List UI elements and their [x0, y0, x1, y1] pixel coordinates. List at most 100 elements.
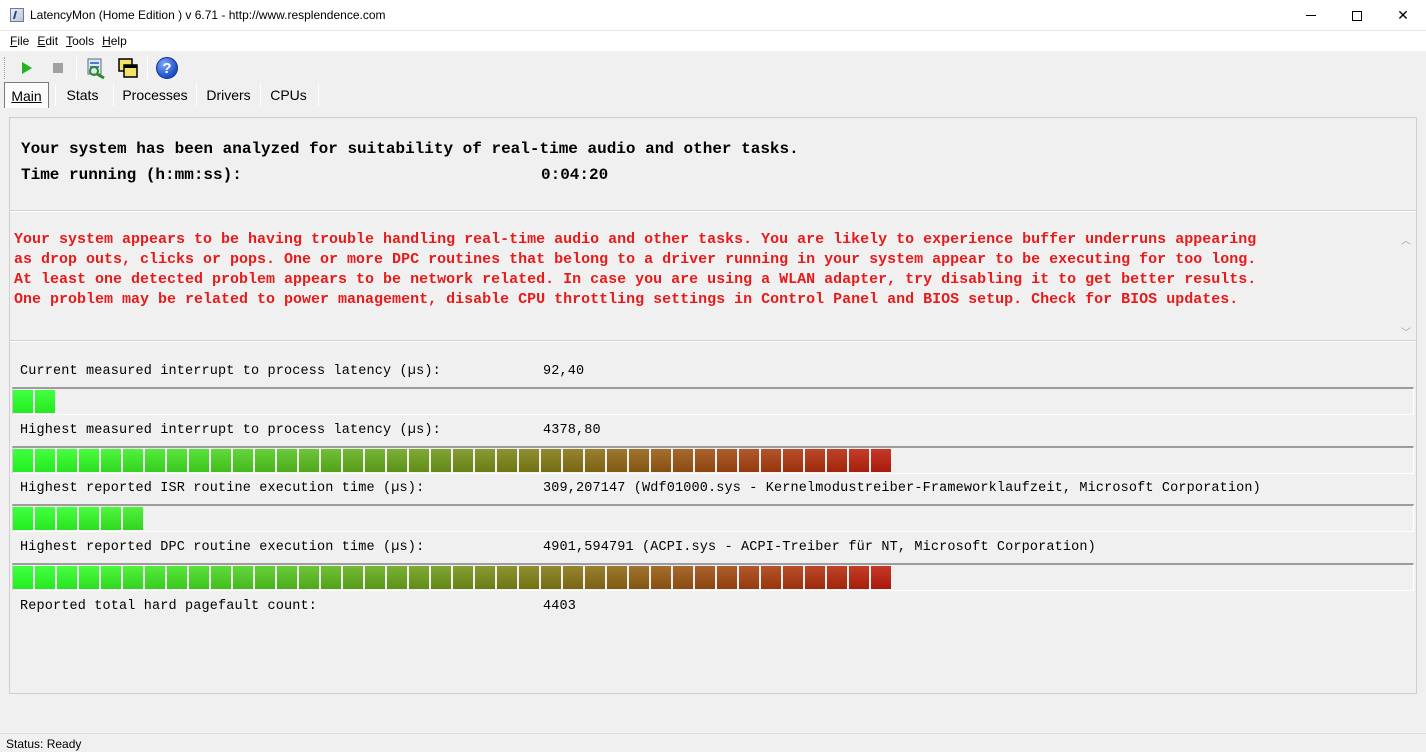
meter-segment [167, 449, 187, 472]
title-bar: LatencyMon (Home Edition ) v 6.71 - http… [0, 0, 1426, 31]
meter-segment [343, 566, 363, 589]
menu-file[interactable]: File [6, 34, 33, 48]
meter-segment [453, 449, 473, 472]
meter-segment [13, 390, 33, 413]
tab-processes[interactable]: Processes [118, 82, 192, 108]
time-running-label: Time running (h:mm:ss): [21, 166, 242, 184]
meter-segment [343, 449, 363, 472]
meter-segment [607, 566, 627, 589]
meter-segment [211, 566, 231, 589]
analysis-summary: Your system has been analyzed for suitab… [21, 140, 799, 158]
meter-segment [563, 449, 583, 472]
meter-segment [409, 566, 429, 589]
tab-separator [196, 84, 197, 106]
tab-stats[interactable]: Stats [60, 82, 105, 108]
meter-segment [783, 449, 803, 472]
menu-help[interactable]: Help [98, 34, 131, 48]
meter-segment [233, 566, 253, 589]
meter-segment [695, 449, 715, 472]
isr-time-meter [12, 504, 1414, 532]
analyze-button[interactable] [83, 55, 109, 81]
window-title: LatencyMon (Home Edition ) v 6.71 - http… [30, 8, 386, 22]
meter-segment [629, 449, 649, 472]
meter-segment [871, 566, 891, 589]
status-bar: Status: Ready [0, 733, 1426, 752]
summary-section: Your system has been analyzed for suitab… [10, 118, 1416, 210]
scroll-down-icon[interactable]: ﹀ [1399, 324, 1413, 339]
meter-segment [255, 566, 275, 589]
close-button[interactable]: ✕ [1380, 0, 1426, 31]
tab-cpus[interactable]: CPUs [265, 82, 312, 108]
meter-segment [629, 566, 649, 589]
meter-segment [695, 566, 715, 589]
current-latency-label: Current measured interrupt to process la… [20, 364, 441, 379]
meter-segment [35, 507, 55, 530]
meter-segment [431, 566, 451, 589]
meter-segment [805, 449, 825, 472]
start-button[interactable] [14, 55, 40, 81]
minimize-icon [1306, 15, 1316, 16]
dpc-time-meter-fill [13, 566, 893, 589]
meter-segment [673, 566, 693, 589]
meter-segment [717, 449, 737, 472]
minimize-button[interactable] [1288, 0, 1334, 31]
meter-segment [101, 449, 121, 472]
meter-segment [79, 507, 99, 530]
analyze-icon [87, 58, 105, 80]
meter-segment [827, 449, 847, 472]
meter-segment [475, 566, 495, 589]
meter-segment [387, 449, 407, 472]
main-panel: Your system has been analyzed for suitab… [9, 117, 1417, 694]
meter-segment [563, 566, 583, 589]
play-icon [22, 62, 32, 74]
meter-segment [849, 566, 869, 589]
meter-segment [57, 566, 77, 589]
meter-segment [651, 566, 671, 589]
isr-driver-detail: (Wdf01000.sys - Kernelmodustreiber-Frame… [633, 481, 1261, 496]
meter-segment [651, 449, 671, 472]
status-text: Status: Ready [6, 737, 82, 751]
meter-segment [761, 566, 781, 589]
highest-latency-meter [12, 446, 1414, 474]
tab-main[interactable]: Main [4, 82, 49, 108]
meter-segment [35, 390, 55, 413]
stop-button[interactable] [45, 55, 71, 81]
meter-segment [453, 566, 473, 589]
menu-tools[interactable]: Tools [62, 34, 98, 48]
stop-icon [53, 63, 63, 73]
scroll-up-icon[interactable]: ︿ [1399, 232, 1413, 247]
latencymon-app-icon [10, 8, 24, 22]
meter-segment [541, 449, 561, 472]
highest-latency-label: Highest measured interrupt to process la… [20, 423, 441, 438]
tab-drivers[interactable]: Drivers [201, 82, 256, 108]
highest-latency-value: 4378,80 [543, 423, 601, 438]
isr-time-meter-fill [13, 507, 145, 530]
windows-button[interactable] [115, 55, 141, 81]
meter-segment [123, 449, 143, 472]
tab-separator [55, 84, 56, 106]
meter-segment [387, 566, 407, 589]
maximize-button[interactable] [1334, 0, 1380, 31]
meter-segment [607, 449, 627, 472]
meter-segment [123, 566, 143, 589]
dpc-time-label: Highest reported DPC routine execution t… [20, 540, 425, 555]
meter-segment [849, 449, 869, 472]
menu-edit[interactable]: Edit [33, 34, 62, 48]
meter-segment [497, 449, 517, 472]
toolbar-grip [4, 57, 7, 79]
pagefault-count-value: 4403 [543, 599, 577, 614]
meter-segment [79, 566, 99, 589]
current-latency-meter [12, 387, 1414, 415]
time-running-value: 0:04:20 [541, 166, 609, 184]
meter-segment [497, 566, 517, 589]
meter-segment [13, 449, 33, 472]
meter-segment [299, 566, 319, 589]
dpc-time-meter [12, 563, 1414, 591]
meter-segment [277, 566, 297, 589]
tab-bar: Main Stats Processes Drivers CPUs [0, 82, 1426, 108]
help-button[interactable]: ? [154, 55, 180, 81]
warning-box: Your system appears to be having trouble… [10, 212, 1416, 340]
highest-latency-meter-fill [13, 449, 893, 472]
toolbar-separator [76, 55, 77, 79]
windows-icon [118, 58, 138, 78]
